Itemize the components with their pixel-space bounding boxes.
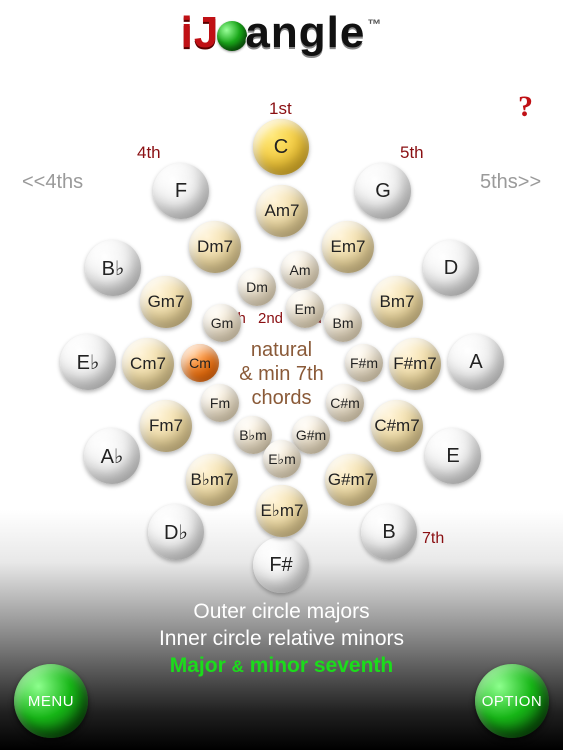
logo-ball-icon xyxy=(217,21,247,51)
chord-Em7[interactable]: Em7 xyxy=(322,221,374,273)
chord-Am[interactable]: Am xyxy=(281,251,319,289)
logo-i: i xyxy=(181,8,194,57)
chord-E[interactable]: E xyxy=(425,428,481,484)
chord-Fshm7[interactable]: F#m7 xyxy=(389,338,441,390)
option-button[interactable]: OPTION xyxy=(475,664,549,738)
chord-Cm7[interactable]: Cm7 xyxy=(122,338,174,390)
chord-D[interactable]: D xyxy=(423,240,479,296)
chord-Cshm7[interactable]: C#m7 xyxy=(371,400,423,452)
chord-Bm[interactable]: Bm xyxy=(324,304,362,342)
chord-Ebm7[interactable]: E♭m7 xyxy=(256,485,308,537)
chord-Fsharp[interactable]: F# xyxy=(253,537,309,593)
label-2nd: 2nd xyxy=(258,310,283,327)
nav-fourths[interactable]: <<4ths xyxy=(22,171,83,194)
chord-Am7[interactable]: Am7 xyxy=(256,185,308,237)
chord-Eb[interactable]: E♭ xyxy=(60,334,116,390)
chord-Dm[interactable]: Dm xyxy=(238,268,276,306)
legend-line2: Inner circle relative minors xyxy=(0,625,563,652)
nav-fifths[interactable]: 5ths>> xyxy=(480,171,541,194)
chord-Bm7[interactable]: Bm7 xyxy=(371,276,423,328)
chord-Bb[interactable]: B♭ xyxy=(85,240,141,296)
help-button[interactable]: ? xyxy=(518,90,533,124)
logo-j: J xyxy=(194,8,219,57)
legend-line3: Major & minor seventh xyxy=(0,652,563,680)
chord-Db[interactable]: D♭ xyxy=(148,504,204,560)
label-1st: 1st xyxy=(269,99,292,119)
menu-button[interactable]: MENU xyxy=(14,664,88,738)
chord-Fshm[interactable]: F#m xyxy=(345,344,383,382)
chord-Ebm[interactable]: E♭m xyxy=(263,440,301,478)
chord-Cshm[interactable]: C#m xyxy=(326,384,364,422)
logo-angle: angle xyxy=(245,8,365,57)
chord-Gshm7[interactable]: G#m7 xyxy=(325,454,377,506)
legend-line1: Outer circle majors xyxy=(0,598,563,625)
label-5th: 5th xyxy=(400,143,424,163)
app-logo: iJangle™ xyxy=(0,8,563,58)
chord-Dm7[interactable]: Dm7 xyxy=(189,221,241,273)
label-7th: 7th xyxy=(422,530,444,548)
chord-B[interactable]: B xyxy=(361,504,417,560)
chord-C[interactable]: C xyxy=(253,119,309,175)
label-4th: 4th xyxy=(137,143,161,163)
chord-Gm[interactable]: Gm xyxy=(203,304,241,342)
chord-Em[interactable]: Em xyxy=(286,290,324,328)
chord-G[interactable]: G xyxy=(355,163,411,219)
chord-Gm7[interactable]: Gm7 xyxy=(140,276,192,328)
chord-F[interactable]: F xyxy=(153,163,209,219)
chord-Fm7[interactable]: Fm7 xyxy=(140,400,192,452)
chord-Cm[interactable]: Cm xyxy=(181,344,219,382)
legend: Outer circle majors Inner circle relativ… xyxy=(0,598,563,680)
chord-Bbm7[interactable]: B♭m7 xyxy=(186,454,238,506)
logo-tm: ™ xyxy=(367,16,382,32)
chord-A[interactable]: A xyxy=(448,334,504,390)
chord-Fm[interactable]: Fm xyxy=(201,384,239,422)
chord-Ab[interactable]: A♭ xyxy=(84,428,140,484)
